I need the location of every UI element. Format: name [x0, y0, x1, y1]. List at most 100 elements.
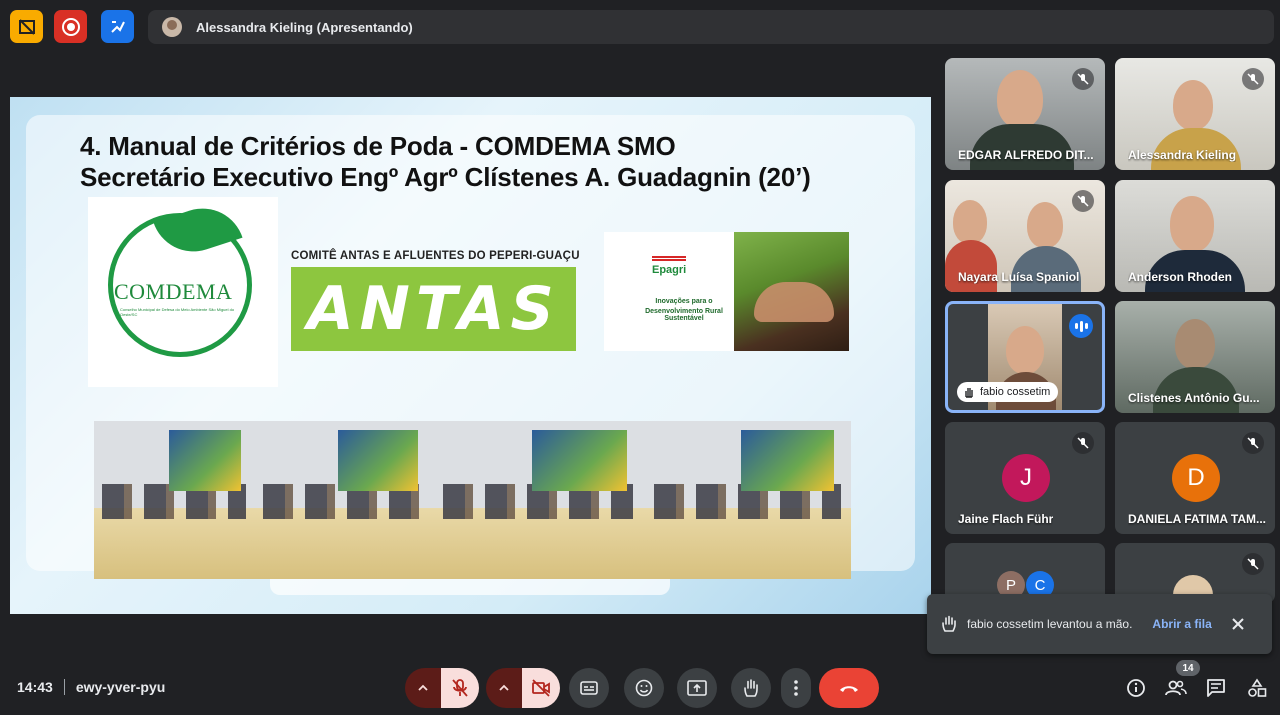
participant-name: DANIELA FATIMA TAM... — [1128, 512, 1266, 526]
chevron-up-icon — [418, 684, 428, 691]
participant-name: fabio cossetim — [980, 386, 1051, 398]
camera-toggle-button[interactable] — [522, 668, 560, 708]
participant-name: Alessandra Kieling — [1128, 148, 1237, 162]
video-options-button[interactable] — [486, 668, 522, 708]
present-button[interactable] — [677, 668, 717, 708]
participant-tile[interactable]: Alessandra Kieling — [1115, 58, 1275, 170]
toast-message: fabio cossetim levantou a mão. — [967, 617, 1133, 631]
participant-tile[interactable]: Clistenes Antônio Gu... — [1115, 301, 1275, 413]
present-icon — [687, 680, 707, 696]
participant-tile[interactable]: Anderson Rhoden — [1115, 180, 1275, 292]
hand-raised-toast: fabio cossetim levantou a mão. Abrir a f… — [927, 594, 1272, 654]
divider — [63, 679, 65, 695]
participant-name: EDGAR ALFREDO DIT... — [958, 148, 1094, 162]
no-captions-button[interactable] — [10, 10, 43, 43]
people-button[interactable] — [1164, 676, 1188, 700]
participant-face — [1173, 80, 1213, 130]
antas-word: ANTAS — [307, 274, 560, 344]
raise-hand-icon — [744, 679, 758, 697]
chat-button[interactable] — [1204, 676, 1228, 700]
mic-off-icon — [1072, 68, 1094, 90]
captions-icon — [580, 681, 598, 695]
meeting-photo — [644, 421, 851, 579]
mic-off-icon — [1072, 190, 1094, 212]
speaking-indicator-icon — [1069, 314, 1093, 338]
participant-tile-active[interactable]: fabio cossetim — [945, 301, 1105, 413]
participant-body — [945, 240, 997, 292]
activities-icon — [1248, 678, 1267, 697]
more-options-button[interactable] — [781, 668, 811, 708]
participant-face — [1170, 196, 1214, 252]
epagri-banner: Epagri Inovações para o Desenvolvimento … — [604, 232, 849, 351]
captions-button[interactable] — [569, 668, 609, 708]
participant-tile[interactable]: D DANIELA FATIMA TAM... — [1115, 422, 1275, 534]
participant-face — [1175, 319, 1215, 369]
comdema-logo: COMDEMA Conselho Municipal de Defesa do … — [88, 197, 278, 387]
reactions-button[interactable] — [624, 668, 664, 708]
record-button[interactable] — [54, 10, 87, 43]
meeting-details-button[interactable] — [1124, 676, 1148, 700]
meeting-photo — [432, 421, 644, 579]
comdema-text: COMDEMA — [114, 279, 233, 304]
participant-name: Jaine Flach Führ — [958, 512, 1054, 526]
meeting-photos — [94, 421, 851, 579]
people-icon — [1165, 680, 1187, 696]
raise-hand-button[interactable] — [731, 668, 771, 708]
presentation-slide: 4. Manual de Critérios de Poda - COMDEMA… — [10, 97, 931, 614]
participant-count-badge: 14 — [1176, 660, 1200, 676]
mic-toggle-button[interactable] — [441, 668, 479, 708]
participant-face — [1027, 202, 1063, 248]
flag-icon — [652, 256, 686, 262]
antas-header: COMITÊ ANTAS E AFLUENTES DO PEPERI-GUAÇU — [291, 250, 580, 262]
raise-hand-icon — [942, 615, 956, 632]
avatar: D — [1172, 454, 1220, 502]
mic-off-icon — [1242, 432, 1264, 454]
meeting-code: ewy-yver-pyu — [75, 679, 166, 695]
close-toast-button[interactable] — [1228, 614, 1248, 634]
mic-off-icon — [452, 679, 468, 697]
avatar: J — [1002, 454, 1050, 502]
participant-face — [997, 70, 1043, 128]
avatar — [162, 17, 182, 37]
chat-icon — [1207, 679, 1225, 697]
slide-title: 4. Manual de Critérios de Poda - COMDEMA… — [80, 131, 811, 193]
raised-hand-chip: fabio cossetim — [957, 382, 1059, 402]
meeting-photo — [254, 421, 432, 579]
mic-off-icon — [1072, 432, 1094, 454]
meeting-time: 14:43 — [17, 679, 53, 695]
participant-tile[interactable]: EDGAR ALFREDO DIT... — [945, 58, 1105, 170]
end-call-icon — [840, 686, 858, 692]
activities-button[interactable] — [1245, 676, 1269, 700]
participant-body — [1153, 367, 1239, 413]
emoji-icon — [635, 679, 653, 697]
close-icon — [1232, 618, 1244, 630]
mic-off-icon — [1242, 68, 1264, 90]
participant-tile[interactable]: Nayara Luísa Spaniol — [945, 180, 1105, 292]
meeting-photo — [94, 421, 254, 579]
participant-tile[interactable]: J Jaine Flach Führ — [945, 422, 1105, 534]
whiteboard-button[interactable] — [101, 10, 134, 43]
participant-name: Clistenes Antônio Gu... — [1128, 391, 1260, 405]
leave-call-button[interactable] — [819, 668, 879, 708]
camera-off-icon — [532, 679, 550, 697]
audio-options-button[interactable] — [405, 668, 441, 708]
epagri-line2: Desenvolvimento Rural Sustentável — [645, 308, 723, 322]
participant-name: Nayara Luísa Spaniol — [958, 270, 1080, 284]
no-captions-icon — [18, 18, 35, 35]
participant-name: Anderson Rhoden — [1128, 270, 1232, 284]
epagri-line1: Inovações para o — [655, 298, 713, 305]
open-queue-link[interactable]: Abrir a fila — [1152, 617, 1211, 631]
raise-hand-icon — [965, 388, 973, 398]
epagri-logo: Epagri — [652, 264, 687, 276]
presenting-bar[interactable]: Alessandra Kieling (Apresentando) — [148, 10, 1274, 44]
slide-title-line1: 4. Manual de Critérios de Poda - COMDEMA… — [80, 131, 676, 161]
slide-title-line2: Secretário Executivo Engº Agrº Clístenes… — [80, 162, 811, 192]
participant-body — [1011, 246, 1081, 292]
chevron-up-icon — [499, 684, 509, 691]
presenting-label: Alessandra Kieling (Apresentando) — [196, 19, 413, 35]
mic-off-icon — [1242, 553, 1264, 575]
record-icon — [61, 17, 80, 36]
participant-face — [1006, 326, 1044, 374]
participant-body — [970, 124, 1074, 170]
antas-logo: ANTAS — [291, 267, 576, 351]
